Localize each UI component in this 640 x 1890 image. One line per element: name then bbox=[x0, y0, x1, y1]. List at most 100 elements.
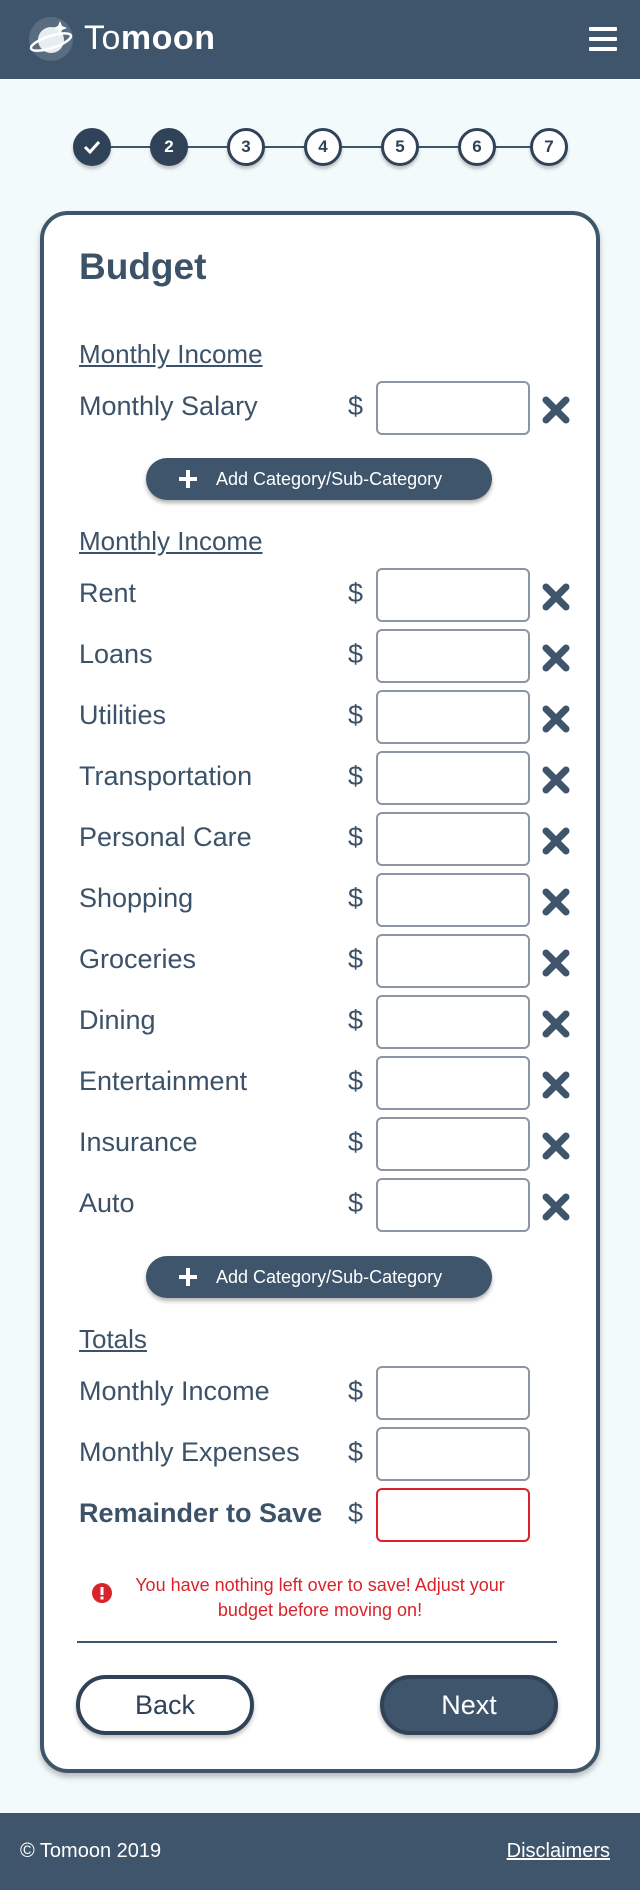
add-category-button[interactable]: Add Category/Sub-Category bbox=[146, 458, 492, 500]
step-4[interactable]: 4 bbox=[304, 128, 342, 166]
remove-icon[interactable] bbox=[541, 887, 571, 917]
total-monthly-income-input[interactable] bbox=[376, 1366, 530, 1420]
groceries-input[interactable] bbox=[376, 934, 530, 988]
remove-icon[interactable] bbox=[541, 643, 571, 673]
row-label: Groceries bbox=[79, 944, 197, 974]
monthly-salary-input[interactable] bbox=[376, 381, 530, 435]
row-label: Auto bbox=[79, 1188, 135, 1218]
budget-row: Loans $ bbox=[0, 629, 640, 683]
currency-symbol: $ bbox=[348, 1188, 364, 1218]
row-label: Remainder to Save bbox=[79, 1498, 323, 1528]
row-label: Dining bbox=[79, 1005, 156, 1035]
alert-icon bbox=[92, 1583, 112, 1603]
step-6[interactable]: 6 bbox=[458, 128, 496, 166]
currency-symbol: $ bbox=[348, 1437, 364, 1467]
budget-row: Utilities $ bbox=[0, 690, 640, 744]
remove-icon[interactable] bbox=[541, 765, 571, 795]
currency-symbol: $ bbox=[348, 944, 364, 974]
step-1-complete[interactable] bbox=[73, 128, 111, 166]
row-label: Shopping bbox=[79, 883, 194, 913]
dining-input[interactable] bbox=[376, 995, 530, 1049]
currency-symbol: $ bbox=[348, 578, 364, 608]
transportation-input[interactable] bbox=[376, 751, 530, 805]
remove-icon[interactable] bbox=[541, 1070, 571, 1100]
row-label: Transportation bbox=[79, 761, 253, 791]
auto-input[interactable] bbox=[376, 1178, 530, 1232]
remove-icon[interactable] bbox=[541, 948, 571, 978]
remove-icon[interactable] bbox=[541, 1192, 571, 1222]
totals-row: Monthly Expenses $ bbox=[0, 1427, 640, 1481]
copyright-text: © Tomoon 2019 bbox=[20, 1840, 162, 1862]
remove-icon[interactable] bbox=[541, 1131, 571, 1161]
plus-icon bbox=[179, 470, 197, 488]
currency-symbol: $ bbox=[348, 1498, 364, 1528]
currency-symbol: $ bbox=[348, 391, 364, 421]
hamburger-menu-icon[interactable] bbox=[589, 27, 617, 51]
totals-heading: Totals bbox=[79, 1324, 147, 1354]
check-icon bbox=[83, 140, 101, 155]
loans-input[interactable] bbox=[376, 629, 530, 683]
currency-symbol: $ bbox=[348, 761, 364, 791]
budget-row: Personal Care $ bbox=[0, 812, 640, 866]
back-button[interactable]: Back bbox=[76, 1675, 254, 1735]
expense-section-heading: Monthly Income bbox=[79, 526, 263, 556]
total-monthly-expenses-input[interactable] bbox=[376, 1427, 530, 1481]
budget-row: Groceries $ bbox=[0, 934, 640, 988]
remove-icon[interactable] bbox=[541, 395, 571, 425]
row-label: Entertainment bbox=[79, 1066, 248, 1096]
add-category-button[interactable]: Add Category/Sub-Category bbox=[146, 1256, 492, 1298]
add-category-label: Add Category/Sub-Category bbox=[216, 1267, 443, 1287]
disclaimers-link[interactable]: Disclaimers bbox=[507, 1840, 610, 1863]
step-5[interactable]: 5 bbox=[381, 128, 419, 166]
entertainment-input[interactable] bbox=[376, 1056, 530, 1110]
personal-care-input[interactable] bbox=[376, 812, 530, 866]
row-label: Personal Care bbox=[79, 822, 252, 852]
currency-symbol: $ bbox=[348, 822, 364, 852]
currency-symbol: $ bbox=[348, 1127, 364, 1157]
footer: © Tomoon 2019 Disclaimers bbox=[0, 1813, 640, 1890]
budget-row: Auto $ bbox=[0, 1178, 640, 1232]
rent-input[interactable] bbox=[376, 568, 530, 622]
step-3[interactable]: 3 bbox=[227, 128, 265, 166]
budget-row: Shopping $ bbox=[0, 873, 640, 927]
currency-symbol: $ bbox=[348, 1376, 364, 1406]
utilities-input[interactable] bbox=[376, 690, 530, 744]
currency-symbol: $ bbox=[348, 639, 364, 669]
plus-icon bbox=[179, 1268, 197, 1286]
remove-icon[interactable] bbox=[541, 826, 571, 856]
budget-row: Rent $ bbox=[0, 568, 640, 622]
next-button[interactable]: Next bbox=[380, 1675, 558, 1735]
totals-row: Remainder to Save $ bbox=[0, 1488, 640, 1542]
progress-stepper: 2 3 4 5 6 7 bbox=[0, 126, 640, 168]
currency-symbol: $ bbox=[348, 1066, 364, 1096]
remove-icon[interactable] bbox=[541, 704, 571, 734]
budget-row: Transportation $ bbox=[0, 751, 640, 805]
brand-name[interactable]: Tomoon bbox=[84, 19, 215, 58]
step-7[interactable]: 7 bbox=[530, 128, 568, 166]
row-label: Rent bbox=[79, 578, 137, 608]
remove-icon[interactable] bbox=[541, 582, 571, 612]
row-label: Utilities bbox=[79, 700, 167, 730]
currency-symbol: $ bbox=[348, 700, 364, 730]
currency-symbol: $ bbox=[348, 883, 364, 913]
row-label: Loans bbox=[79, 639, 153, 669]
row-label: Monthly Income bbox=[79, 1376, 270, 1406]
remove-icon[interactable] bbox=[541, 1009, 571, 1039]
divider bbox=[77, 1641, 557, 1643]
row-label: Insurance bbox=[79, 1127, 198, 1157]
budget-row: Entertainment $ bbox=[0, 1056, 640, 1110]
remainder-to-save-input[interactable] bbox=[376, 1488, 530, 1542]
error-text: You have nothing left over to save! Adju… bbox=[135, 1575, 505, 1620]
shopping-input[interactable] bbox=[376, 873, 530, 927]
income-section-heading: Monthly Income bbox=[79, 339, 263, 369]
budget-row: Dining $ bbox=[0, 995, 640, 1049]
totals-row: Monthly Income $ bbox=[0, 1366, 640, 1420]
insurance-input[interactable] bbox=[376, 1117, 530, 1171]
budget-row: Insurance $ bbox=[0, 1117, 640, 1171]
currency-symbol: $ bbox=[348, 1005, 364, 1035]
page-title: Budget bbox=[79, 246, 207, 287]
row-label: Monthly Expenses bbox=[79, 1437, 300, 1467]
row-label: Monthly Salary bbox=[79, 391, 258, 421]
step-2[interactable]: 2 bbox=[150, 128, 188, 166]
app-header: Tomoon bbox=[0, 0, 640, 79]
